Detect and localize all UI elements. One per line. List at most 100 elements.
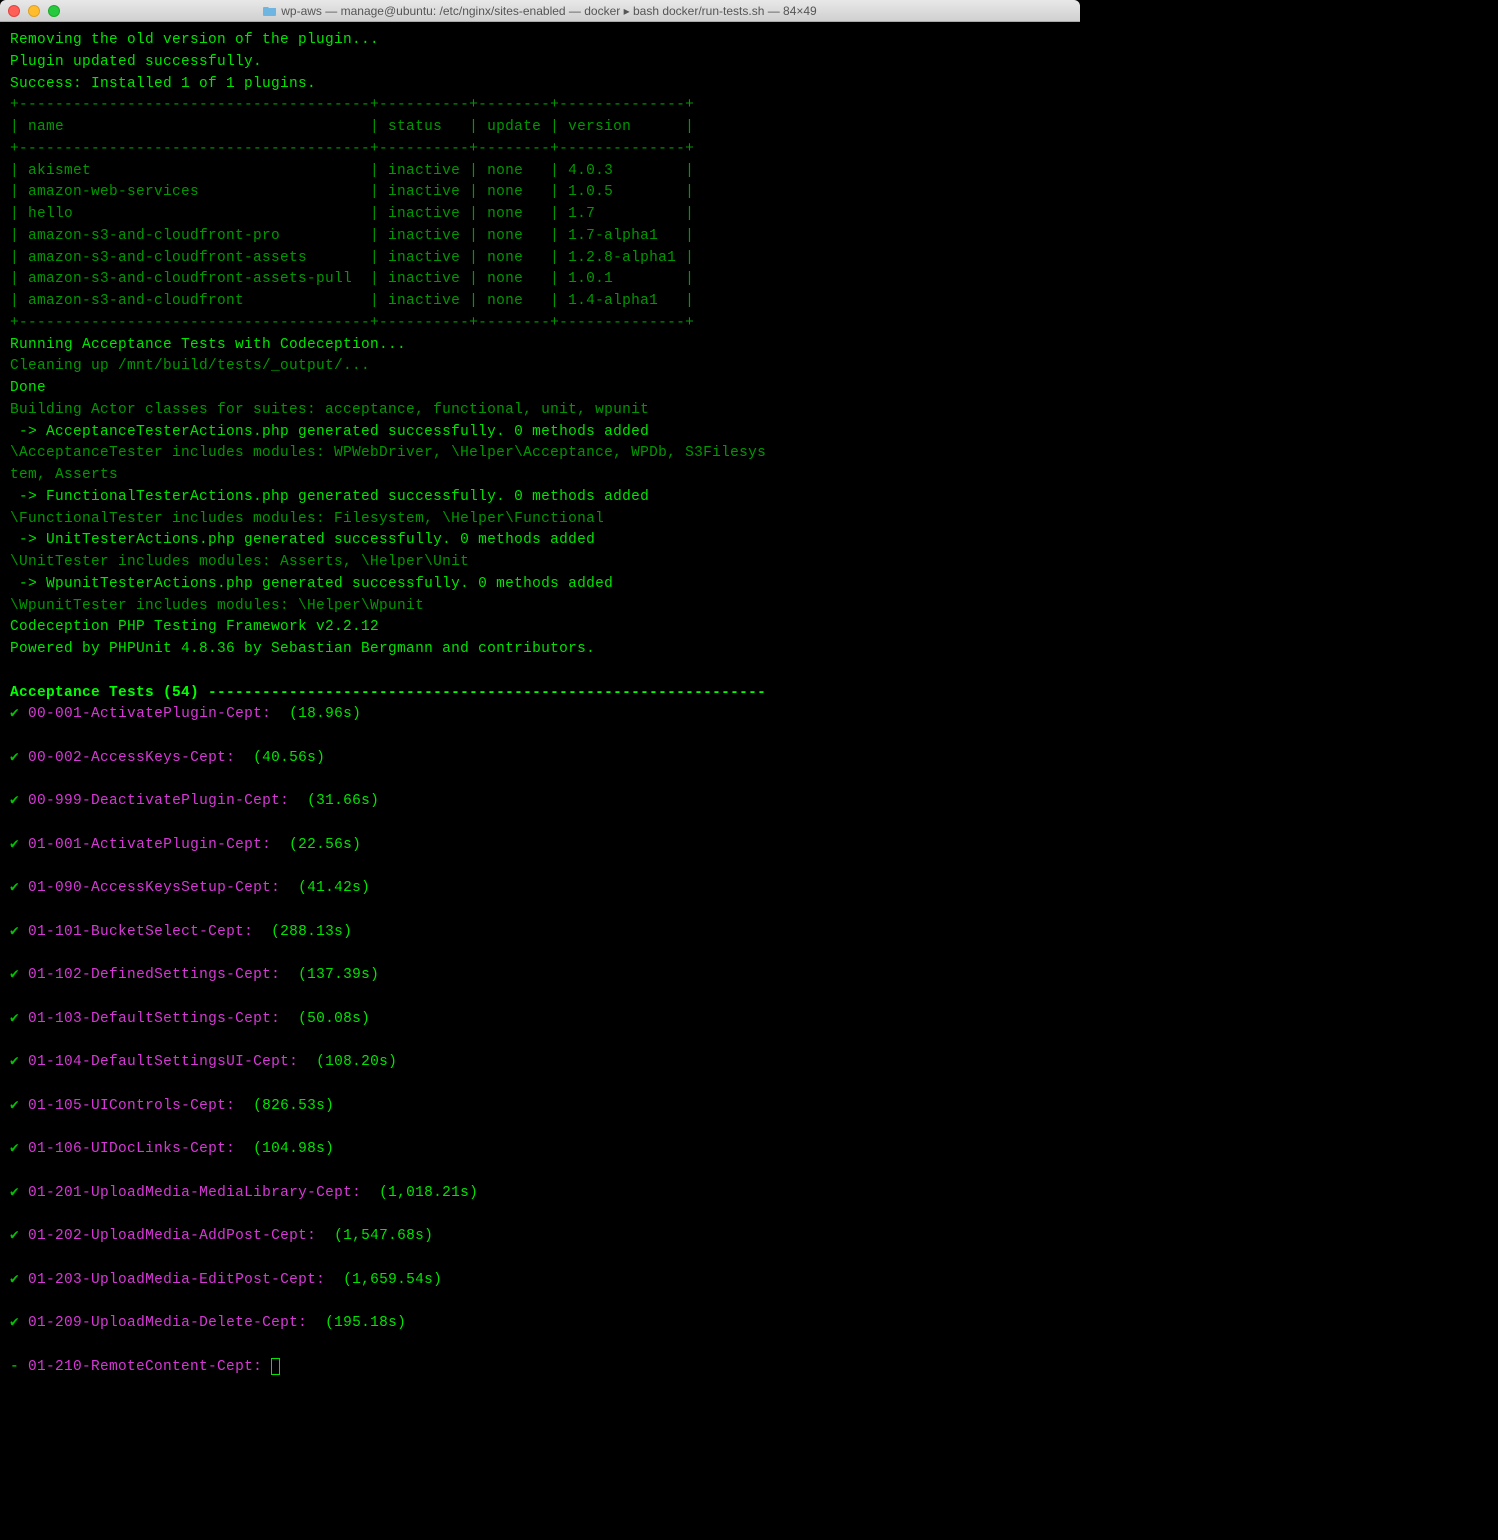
test-result: ✔ 01-201-UploadMedia-MediaLibrary-Cept: … (10, 1183, 1070, 1205)
check-icon: ✔ (10, 1185, 19, 1201)
table-header: | name | status | update | version | (10, 119, 694, 135)
test-time: (41.42s) (298, 880, 370, 896)
test-name: 01-001-ActivatePlugin-Cept: (28, 837, 271, 853)
check-icon: ✔ (10, 1315, 19, 1331)
check-icon: ✔ (10, 1272, 19, 1288)
terminal-output[interactable]: Removing the old version of the plugin..… (0, 22, 1080, 1399)
test-name: 01-210-RemoteContent-Cept: (28, 1359, 262, 1375)
table-row: | hello | inactive | none | 1.7 | (10, 206, 694, 222)
line: Running Acceptance Tests with Codeceptio… (10, 337, 406, 353)
zoom-button[interactable] (48, 5, 60, 17)
test-result: ✔ 01-090-AccessKeysSetup-Cept: (41.42s) (10, 878, 1070, 900)
check-icon: ✔ (10, 750, 19, 766)
minimize-button[interactable] (28, 5, 40, 17)
test-result: ✔ 01-202-UploadMedia-AddPost-Cept: (1,54… (10, 1226, 1070, 1248)
line: -> AcceptanceTesterActions.php generated… (10, 424, 649, 440)
test-result: ✔ 01-102-DefinedSettings-Cept: (137.39s) (10, 965, 1070, 987)
table-border: +---------------------------------------… (10, 315, 694, 331)
table-row: | akismet | inactive | none | 4.0.3 | (10, 163, 694, 179)
test-name: 01-203-UploadMedia-EditPost-Cept: (28, 1272, 325, 1288)
line: Plugin updated successfully. (10, 54, 262, 70)
table-row: | amazon-s3-and-cloudfront-assets | inac… (10, 250, 694, 266)
check-icon: ✔ (10, 1098, 19, 1114)
test-time: (104.98s) (253, 1141, 334, 1157)
table-border: +---------------------------------------… (10, 97, 694, 113)
test-result: ✔ 00-001-ActivatePlugin-Cept: (18.96s) (10, 704, 1070, 726)
suite-header: Acceptance Tests (54) ------------------… (10, 685, 766, 701)
test-name: 01-201-UploadMedia-MediaLibrary-Cept: (28, 1185, 361, 1201)
test-time: (826.53s) (253, 1098, 334, 1114)
test-result: ✔ 01-209-UploadMedia-Delete-Cept: (195.1… (10, 1313, 1070, 1335)
line: tem, Asserts (10, 467, 118, 483)
line: -> UnitTesterActions.php generated succe… (10, 532, 595, 548)
line: \WpunitTester includes modules: \Helper\… (10, 598, 424, 614)
check-icon: ✔ (10, 924, 19, 940)
test-name: 01-105-UIControls-Cept: (28, 1098, 235, 1114)
check-icon: ✔ (10, 967, 19, 983)
test-name: 01-090-AccessKeysSetup-Cept: (28, 880, 280, 896)
line: -> FunctionalTesterActions.php generated… (10, 489, 649, 505)
test-name: 01-101-BucketSelect-Cept: (28, 924, 253, 940)
test-result: ✔ 01-203-UploadMedia-EditPost-Cept: (1,6… (10, 1270, 1070, 1292)
check-icon: ✔ (10, 1141, 19, 1157)
test-time: (40.56s) (253, 750, 325, 766)
line: Cleaning up /mnt/build/tests/_output/... (10, 358, 370, 374)
line: \FunctionalTester includes modules: File… (10, 511, 604, 527)
window-title-text: wp-aws — manage@ubuntu: /etc/nginx/sites… (281, 4, 816, 18)
test-result: ✔ 01-104-DefaultSettingsUI-Cept: (108.20… (10, 1052, 1070, 1074)
check-icon: ✔ (10, 837, 19, 853)
test-time: (137.39s) (298, 967, 379, 983)
line: \UnitTester includes modules: Asserts, \… (10, 554, 469, 570)
blank-line (10, 663, 19, 679)
traffic-lights (8, 5, 60, 17)
table-row: | amazon-s3-and-cloudfront | inactive | … (10, 293, 694, 309)
line: -> WpunitTesterActions.php generated suc… (10, 576, 613, 592)
test-time: (1,547.68s) (334, 1228, 433, 1244)
test-time: (50.08s) (298, 1011, 370, 1027)
titlebar: wp-aws — manage@ubuntu: /etc/nginx/sites… (0, 0, 1080, 22)
table-row: | amazon-web-services | inactive | none … (10, 184, 694, 200)
test-time: (18.96s) (289, 706, 361, 722)
test-time: (1,659.54s) (343, 1272, 442, 1288)
test-result: ✔ 01-105-UIControls-Cept: (826.53s) (10, 1096, 1070, 1118)
test-result: ✔ 01-106-UIDocLinks-Cept: (104.98s) (10, 1139, 1070, 1161)
check-icon: ✔ (10, 880, 19, 896)
cursor (271, 1358, 280, 1375)
table-border: +---------------------------------------… (10, 141, 694, 157)
test-result: ✔ 01-001-ActivatePlugin-Cept: (22.56s) (10, 835, 1070, 857)
table-row: | amazon-s3-and-cloudfront-pro | inactiv… (10, 228, 694, 244)
check-icon: ✔ (10, 1011, 19, 1027)
line: Removing the old version of the plugin..… (10, 32, 379, 48)
check-icon: - (10, 1359, 19, 1375)
test-time: (108.20s) (316, 1054, 397, 1070)
test-time: (22.56s) (289, 837, 361, 853)
test-name: 01-102-DefinedSettings-Cept: (28, 967, 280, 983)
terminal-window: wp-aws — manage@ubuntu: /etc/nginx/sites… (0, 0, 1080, 1399)
close-button[interactable] (8, 5, 20, 17)
table-row: | amazon-s3-and-cloudfront-assets-pull |… (10, 271, 694, 287)
test-name: 01-103-DefaultSettings-Cept: (28, 1011, 280, 1027)
check-icon: ✔ (10, 1228, 19, 1244)
test-name: 01-209-UploadMedia-Delete-Cept: (28, 1315, 307, 1331)
line: Success: Installed 1 of 1 plugins. (10, 76, 316, 92)
line: Building Actor classes for suites: accep… (10, 402, 649, 418)
test-time: (31.66s) (307, 793, 379, 809)
test-result: ✔ 00-999-DeactivatePlugin-Cept: (31.66s) (10, 791, 1070, 813)
test-result: ✔ 00-002-AccessKeys-Cept: (40.56s) (10, 748, 1070, 770)
test-time: (288.13s) (271, 924, 352, 940)
line: Codeception PHP Testing Framework v2.2.1… (10, 619, 379, 635)
line: Powered by PHPUnit 4.8.36 by Sebastian B… (10, 641, 595, 657)
folder-icon (263, 5, 277, 16)
test-name: 01-106-UIDocLinks-Cept: (28, 1141, 235, 1157)
test-result: - 01-210-RemoteContent-Cept: (10, 1357, 1070, 1379)
test-name: 01-104-DefaultSettingsUI-Cept: (28, 1054, 298, 1070)
test-name: 00-001-ActivatePlugin-Cept: (28, 706, 271, 722)
line: Done (10, 380, 46, 396)
test-name: 01-202-UploadMedia-AddPost-Cept: (28, 1228, 316, 1244)
test-result: ✔ 01-101-BucketSelect-Cept: (288.13s) (10, 922, 1070, 944)
test-time: (1,018.21s) (379, 1185, 478, 1201)
line: \AcceptanceTester includes modules: WPWe… (10, 445, 766, 461)
check-icon: ✔ (10, 706, 19, 722)
test-time: (195.18s) (325, 1315, 406, 1331)
test-result: ✔ 01-103-DefaultSettings-Cept: (50.08s) (10, 1009, 1070, 1031)
